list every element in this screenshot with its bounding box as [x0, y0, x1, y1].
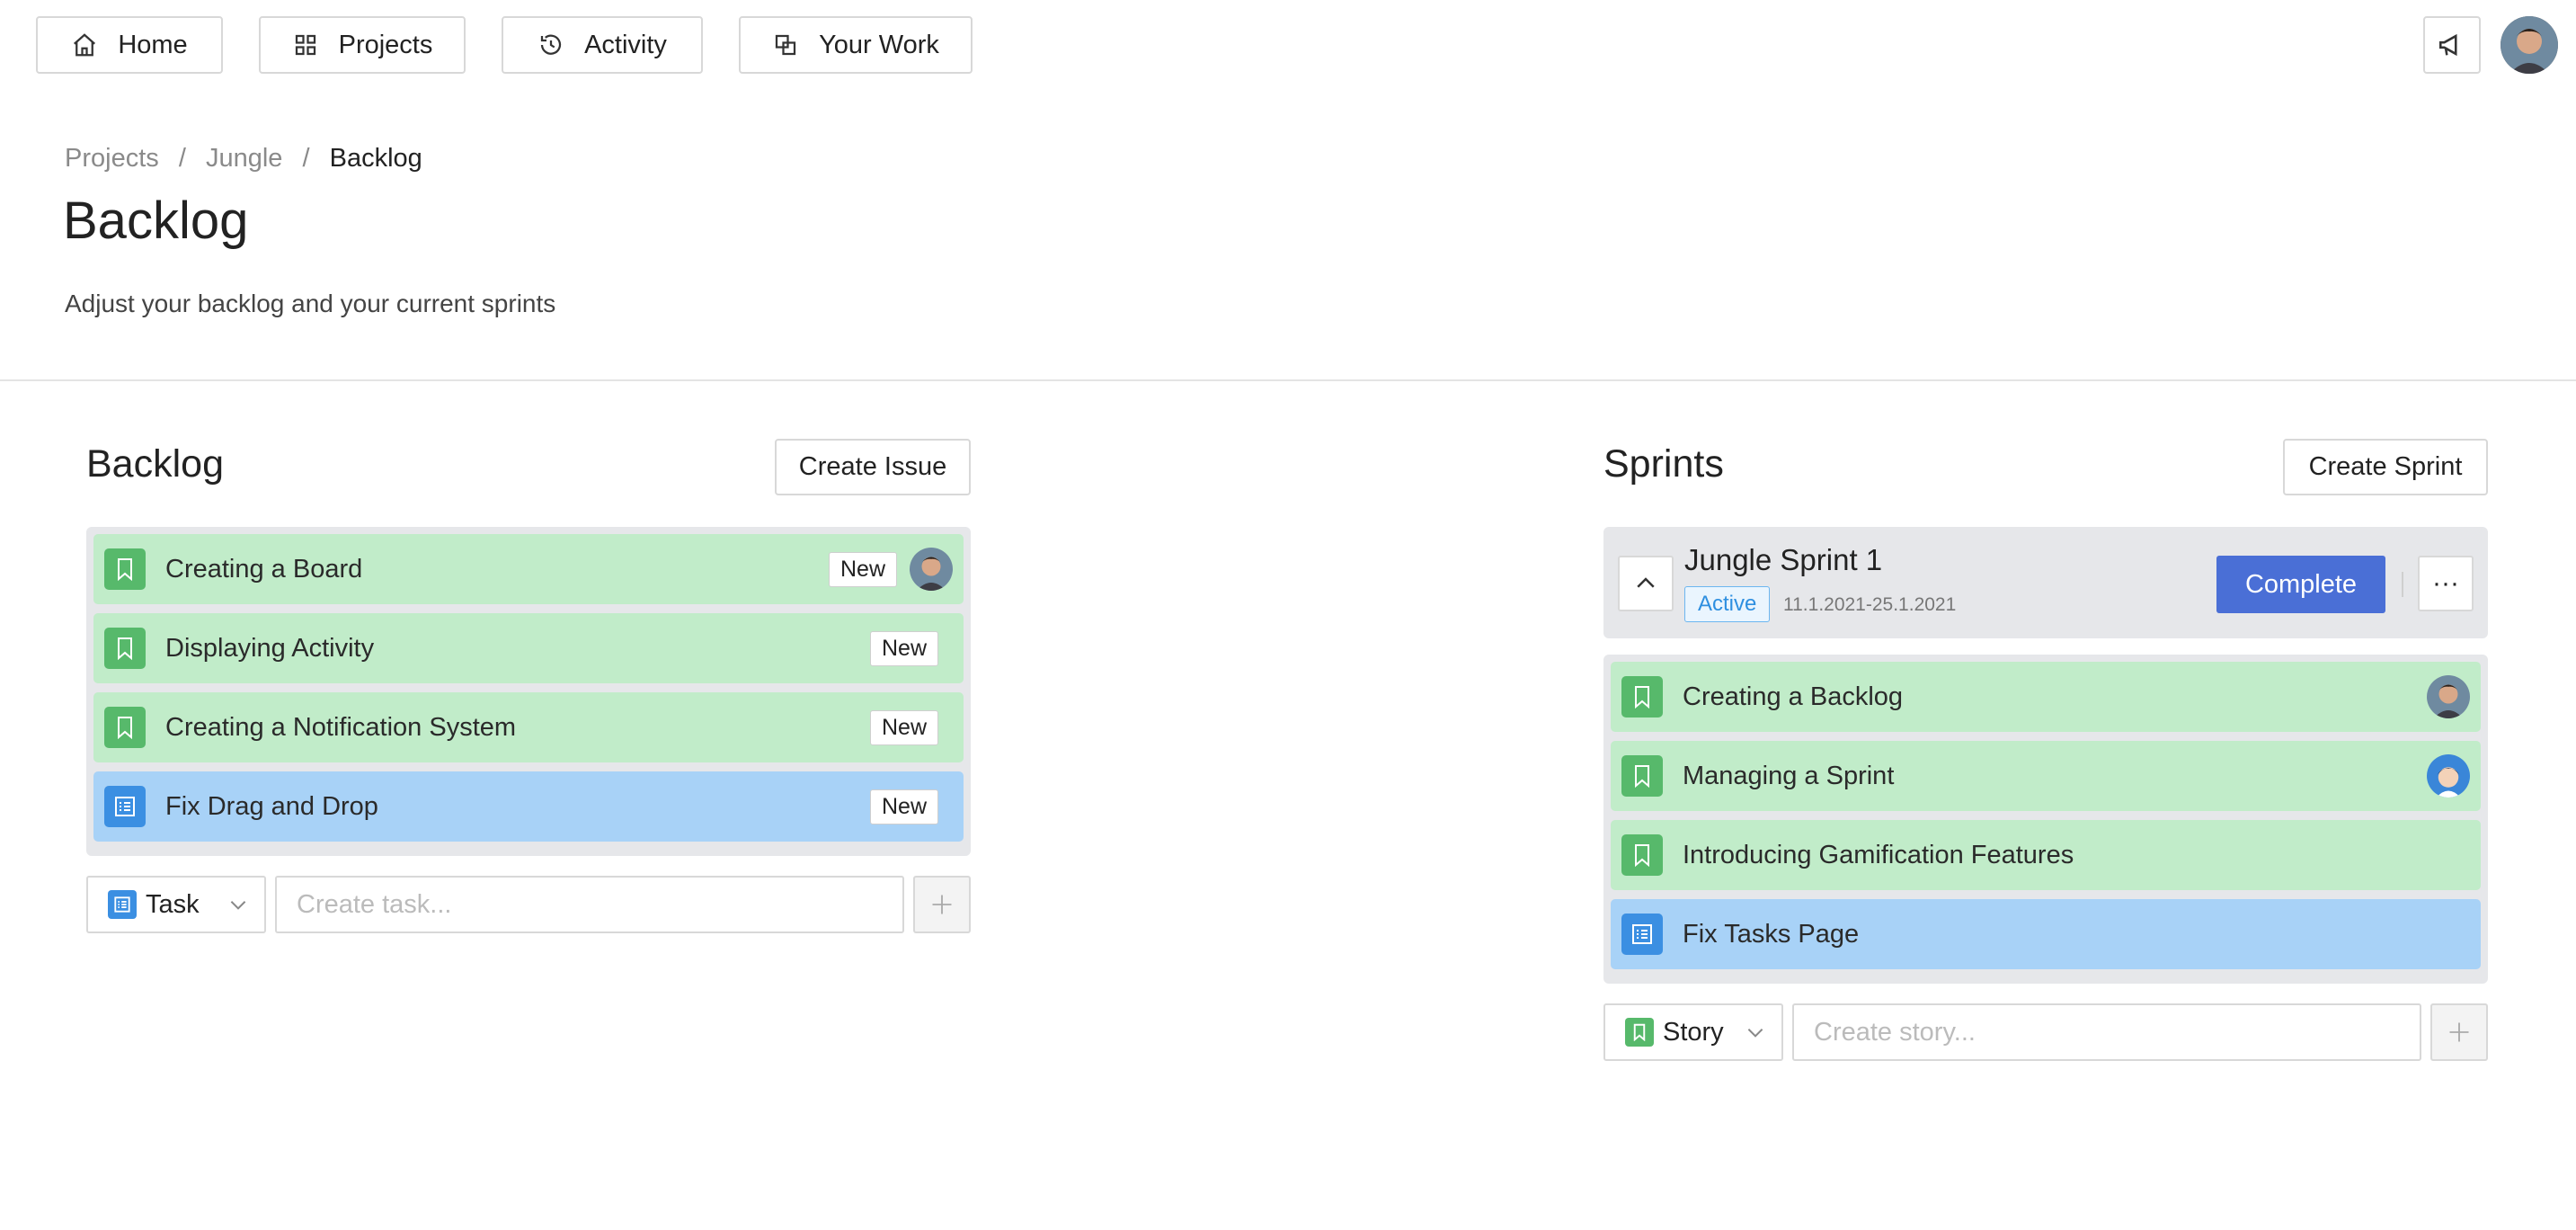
page-subtitle: Adjust your backlog and your current spr… — [65, 290, 556, 317]
copy-icon — [775, 34, 796, 56]
chevron-down-icon — [230, 901, 246, 910]
breadcrumb-jungle[interactable]: Jungle — [206, 144, 282, 173]
create-story-input[interactable]: Create story... — [1792, 1003, 2421, 1061]
nav-projects-button[interactable]: Projects — [259, 16, 466, 74]
story-icon — [1621, 834, 1663, 876]
sprint-item[interactable]: Introducing Gamification Features — [1611, 820, 2481, 890]
breadcrumb-current: Backlog — [329, 144, 422, 173]
sprint-issue-type-select[interactable]: Story — [1603, 1003, 1783, 1061]
breadcrumb: Projects / Jungle / Backlog — [65, 144, 422, 173]
chevron-up-icon — [1637, 577, 1655, 588]
task-icon — [1621, 914, 1663, 955]
grid-icon — [295, 34, 315, 56]
story-icon — [1621, 755, 1663, 797]
history-icon — [540, 34, 562, 55]
create-task-input[interactable]: Create task... — [275, 876, 904, 933]
backlog-item[interactable]: Creating a Board New — [93, 534, 964, 604]
home-icon — [74, 33, 96, 57]
backlog-item[interactable]: Displaying Activity New — [93, 613, 964, 683]
task-icon — [104, 786, 146, 827]
add-story-button[interactable] — [2430, 1003, 2488, 1061]
issue-title: Creating a Notification System — [165, 712, 517, 742]
story-icon — [1621, 676, 1663, 718]
issue-title: Managing a Sprint — [1683, 761, 1895, 790]
announcements-button[interactable] — [2423, 16, 2481, 74]
plus-icon — [932, 895, 952, 914]
sprint-item[interactable]: Creating a Backlog — [1611, 662, 2481, 732]
assignee-avatar — [2427, 675, 2470, 718]
status-badge: New — [869, 709, 938, 745]
issue-title: Creating a Backlog — [1683, 682, 1904, 711]
collapse-sprint-button[interactable] — [1618, 556, 1674, 611]
sprint-dates: 11.1.2021-25.1.2021 — [1783, 594, 1957, 615]
page-title: Backlog — [63, 192, 249, 250]
complete-sprint-button[interactable]: Complete — [2216, 556, 2385, 613]
sprint-item[interactable]: Fix Tasks Page — [1611, 899, 2481, 969]
create-sprint-button[interactable]: Create Sprint — [2283, 439, 2488, 495]
chevron-down-icon — [1747, 1029, 1763, 1038]
header-divider — [0, 379, 2576, 381]
issue-title: Introducing Gamification Features — [1683, 840, 2074, 869]
add-task-button[interactable] — [913, 876, 971, 933]
sprint-issue-type-label: Story — [1663, 1017, 1724, 1047]
backlog-item[interactable]: Fix Drag and Drop New — [93, 771, 964, 842]
nav-projects-label: Projects — [338, 30, 433, 59]
status-badge: New — [828, 551, 897, 587]
nav-activity-label: Activity — [584, 30, 667, 59]
issue-type-label: Task — [146, 889, 200, 919]
sprint-item[interactable]: Managing a Sprint — [1611, 741, 2481, 811]
nav-your-work-label: Your Work — [819, 30, 939, 59]
issue-title: Fix Drag and Drop — [165, 791, 378, 821]
assignee-avatar — [2427, 754, 2470, 798]
issue-type-select[interactable]: Task — [86, 876, 266, 933]
story-icon — [104, 628, 146, 669]
task-icon — [108, 890, 137, 919]
assignee-avatar — [910, 548, 953, 591]
status-badge: New — [869, 630, 938, 666]
nav-activity-button[interactable]: Activity — [502, 16, 703, 74]
create-issue-button[interactable]: Create Issue — [775, 439, 971, 495]
backlog-title: Backlog — [86, 442, 224, 486]
megaphone-icon — [2438, 33, 2457, 57]
backlog-item[interactable]: Creating a Notification System New — [93, 692, 964, 762]
sprint-status-badge: Active — [1684, 586, 1771, 622]
status-badge: New — [869, 789, 938, 824]
sprint-more-button[interactable]: ··· — [2418, 556, 2474, 611]
user-avatar[interactable] — [2500, 16, 2558, 74]
breadcrumb-projects[interactable]: Projects — [65, 144, 159, 173]
plus-icon — [2449, 1022, 2469, 1042]
issue-title: Fix Tasks Page — [1683, 919, 1860, 949]
issue-title: Displaying Activity — [165, 633, 375, 663]
story-icon — [104, 548, 146, 590]
nav-home-button[interactable]: Home — [36, 16, 223, 74]
story-icon — [1625, 1018, 1654, 1047]
story-icon — [104, 707, 146, 748]
nav-your-work-button[interactable]: Your Work — [739, 16, 973, 74]
sprints-title: Sprints — [1603, 442, 1724, 486]
nav-home-label: Home — [118, 30, 188, 59]
divider — [2402, 572, 2403, 597]
sprint-name: Jungle Sprint 1 — [1684, 543, 1883, 576]
issue-title: Creating a Board — [165, 554, 363, 584]
